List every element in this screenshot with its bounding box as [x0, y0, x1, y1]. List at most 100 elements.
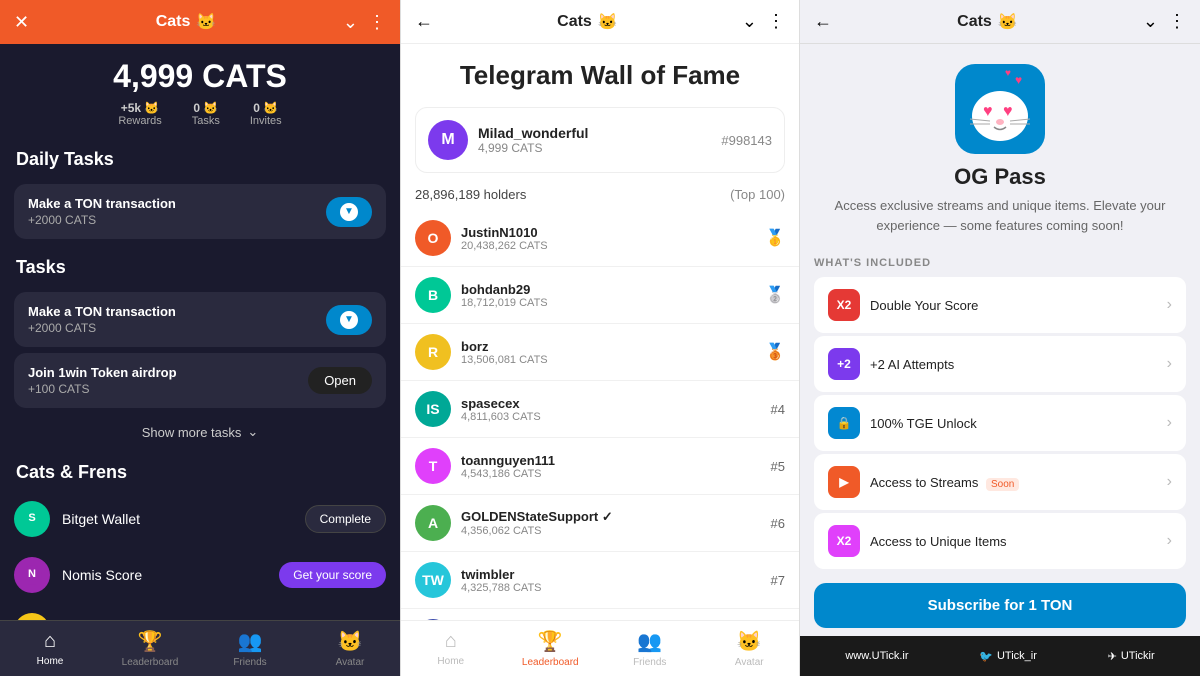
tasks-header: Tasks: [0, 245, 400, 286]
stat-tasks-value: 0 🐱: [192, 101, 220, 115]
lb-item-8: MS mmpro_support1 3,607,745 CATS #8: [401, 609, 799, 620]
p3-topbar: ← Cats 🐱 ⌄ ⋮: [800, 0, 1200, 44]
daily-task-ton-button[interactable]: ▼: [326, 197, 372, 227]
stat-invites-value: 0 🐱: [250, 101, 282, 115]
lb-avatar-2: B: [415, 277, 451, 313]
chevron-down-icon-p1[interactable]: ⌄: [343, 12, 358, 33]
nav-home-label: Home: [37, 656, 64, 667]
fren-nomis-avatar: N: [14, 557, 50, 593]
chevron-down-icon-tasks: ⌄: [247, 424, 258, 440]
subscribe-button[interactable]: Subscribe for 1 TON: [814, 583, 1186, 628]
task-ton-reward: +2000 CATS: [28, 321, 176, 335]
p1-topbar-icons: ⌄ ⋮: [343, 12, 386, 33]
leaderboard-list: O JustinN1010 20,438,262 CATS 🥇 B bohdan…: [401, 210, 799, 620]
lb-item-6: A GOLDENStateSupport ✓ 4,356,062 CATS #6: [401, 495, 799, 552]
leaderboard-icon: 🏆: [138, 629, 163, 654]
chevron-down-icon-p2[interactable]: ⌄: [742, 11, 757, 32]
p2-nav-home[interactable]: ⌂ Home: [401, 621, 501, 676]
ton-icon: ▼: [340, 203, 358, 221]
fren-bitget-complete-button[interactable]: Complete: [305, 505, 386, 533]
task-ton-button[interactable]: ▼: [326, 305, 372, 335]
wall-of-fame-title: Telegram Wall of Fame: [401, 44, 799, 101]
lb-avatar-7: TW: [415, 562, 451, 598]
lb-name-1: JustinN1010: [461, 225, 548, 240]
p2-nav-avatar[interactable]: 🐱 Avatar: [700, 621, 800, 676]
cats-frens-header: Cats & Frens: [0, 450, 400, 491]
feature-tge-unlock-icon: 🔒: [828, 407, 860, 439]
og-pass-title: OG Pass: [954, 164, 1046, 190]
lb-avatar-4: IS: [415, 391, 451, 427]
feature-double-score[interactable]: X2 Double Your Score ›: [814, 277, 1186, 333]
feature-unique-items-chevron: ›: [1167, 532, 1172, 550]
feature-double-score-icon: X2: [828, 289, 860, 321]
lb-rank-6: #6: [771, 516, 785, 531]
stat-rewards-value: +5k 🐱: [118, 101, 161, 115]
lb-cats-2: 18,712,019 CATS: [461, 297, 548, 309]
feature-double-score-label: Double Your Score: [870, 298, 1157, 313]
lb-cats-1: 20,438,262 CATS: [461, 240, 548, 252]
lb-name-5: toannguyen111: [461, 453, 555, 468]
task-1win-open-button[interactable]: Open: [308, 367, 372, 394]
daily-task-ton: Make a TON transaction +2000 CATS ▼: [14, 184, 386, 239]
p2-nav-leaderboard[interactable]: 🏆 Leaderboard: [501, 621, 601, 676]
feature-ai-attempts-label: +2 AI Attempts: [870, 357, 1157, 372]
more-icon-p2[interactable]: ⋮: [767, 11, 785, 32]
nav-avatar-label: Avatar: [336, 657, 365, 668]
feature-streams-icon: ▶: [828, 466, 860, 498]
whats-included-header: WHAT'S INCLUDED: [800, 245, 1200, 275]
more-icon-p1[interactable]: ⋮: [368, 12, 386, 33]
feature-ai-attempts[interactable]: +2 +2 AI Attempts ›: [814, 336, 1186, 392]
p2-friends-icon: 👥: [637, 629, 662, 654]
feature-streams[interactable]: ▶ Access to Streams Soon ›: [814, 454, 1186, 510]
home-icon: ⌂: [44, 630, 56, 653]
feature-unique-items[interactable]: X2 Access to Unique Items ›: [814, 513, 1186, 569]
nav-leaderboard[interactable]: 🏆 Leaderboard: [100, 621, 200, 676]
nav-leaderboard-label: Leaderboard: [122, 657, 179, 668]
task-1win-name: Join 1win Token airdrop: [28, 365, 177, 380]
cats-stats-row: +5k 🐱 Rewards 0 🐱 Tasks 0 🐱 Invites: [0, 101, 400, 127]
close-icon[interactable]: ✕: [14, 12, 29, 33]
lb-avatar-6: A: [415, 505, 451, 541]
fren-bitget-avatar: S: [14, 501, 50, 537]
p2-nav-friends[interactable]: 👥 Friends: [600, 621, 700, 676]
nav-friends[interactable]: 👥 Friends: [200, 621, 300, 676]
cat-illustration: ♥ ♥ ♥ ♥: [955, 64, 1045, 154]
lb-item-4: IS spasecex 4,811,603 CATS #4: [401, 381, 799, 438]
stat-invites: 0 🐱 Invites: [250, 101, 282, 127]
current-user-rank: #998143: [721, 133, 772, 148]
show-more-tasks[interactable]: Show more tasks ⌄: [0, 414, 400, 450]
stat-rewards-label: Rewards: [118, 115, 161, 127]
current-user-avatar: M: [428, 120, 468, 160]
nav-avatar[interactable]: 🐱 Avatar: [300, 621, 400, 676]
nav-friends-label: Friends: [233, 657, 266, 668]
show-more-label: Show more tasks: [142, 425, 242, 440]
nav-home[interactable]: ⌂ Home: [0, 621, 100, 676]
lb-name-6: GOLDENStateSupport ✓: [461, 509, 613, 525]
lb-name-7: twimbler: [461, 567, 542, 582]
ton-icon-2: ▼: [340, 311, 358, 329]
current-user-card: M Milad_wonderful 4,999 CATS #998143: [415, 107, 785, 173]
chevron-down-icon-p3[interactable]: ⌄: [1143, 11, 1158, 32]
feature-tge-unlock-label: 100% TGE Unlock: [870, 416, 1157, 431]
lb-cats-3: 13,506,081 CATS: [461, 354, 548, 366]
lb-rank-5: #5: [771, 459, 785, 474]
p2-topbar: ← Cats 🐱 ⌄ ⋮: [401, 0, 799, 44]
p2-scroll-area: Telegram Wall of Fame M Milad_wonderful …: [401, 44, 799, 620]
feature-tge-unlock[interactable]: 🔒 100% TGE Unlock ›: [814, 395, 1186, 451]
p2-home-icon: ⌂: [445, 630, 457, 653]
lb-medal-1: 🥇: [765, 228, 785, 248]
back-icon-p3[interactable]: ←: [814, 11, 832, 32]
lb-avatar-5: T: [415, 448, 451, 484]
p1-title-text: Cats: [156, 13, 191, 31]
svg-text:S: S: [28, 512, 35, 524]
task-1win: Join 1win Token airdrop +100 CATS Open: [14, 353, 386, 408]
p2-avatar-icon: 🐱: [737, 629, 762, 654]
stat-invites-label: Invites: [250, 115, 282, 127]
feature-unique-items-icon: X2: [828, 525, 860, 557]
telegram-icon: ✈: [1108, 650, 1117, 663]
back-icon-p2[interactable]: ←: [415, 11, 433, 32]
feature-streams-chevron: ›: [1167, 473, 1172, 491]
more-icon-p3[interactable]: ⋮: [1168, 11, 1186, 32]
p2-title-text: Cats: [557, 13, 592, 31]
fren-nomis-score-button[interactable]: Get your score: [279, 562, 386, 588]
